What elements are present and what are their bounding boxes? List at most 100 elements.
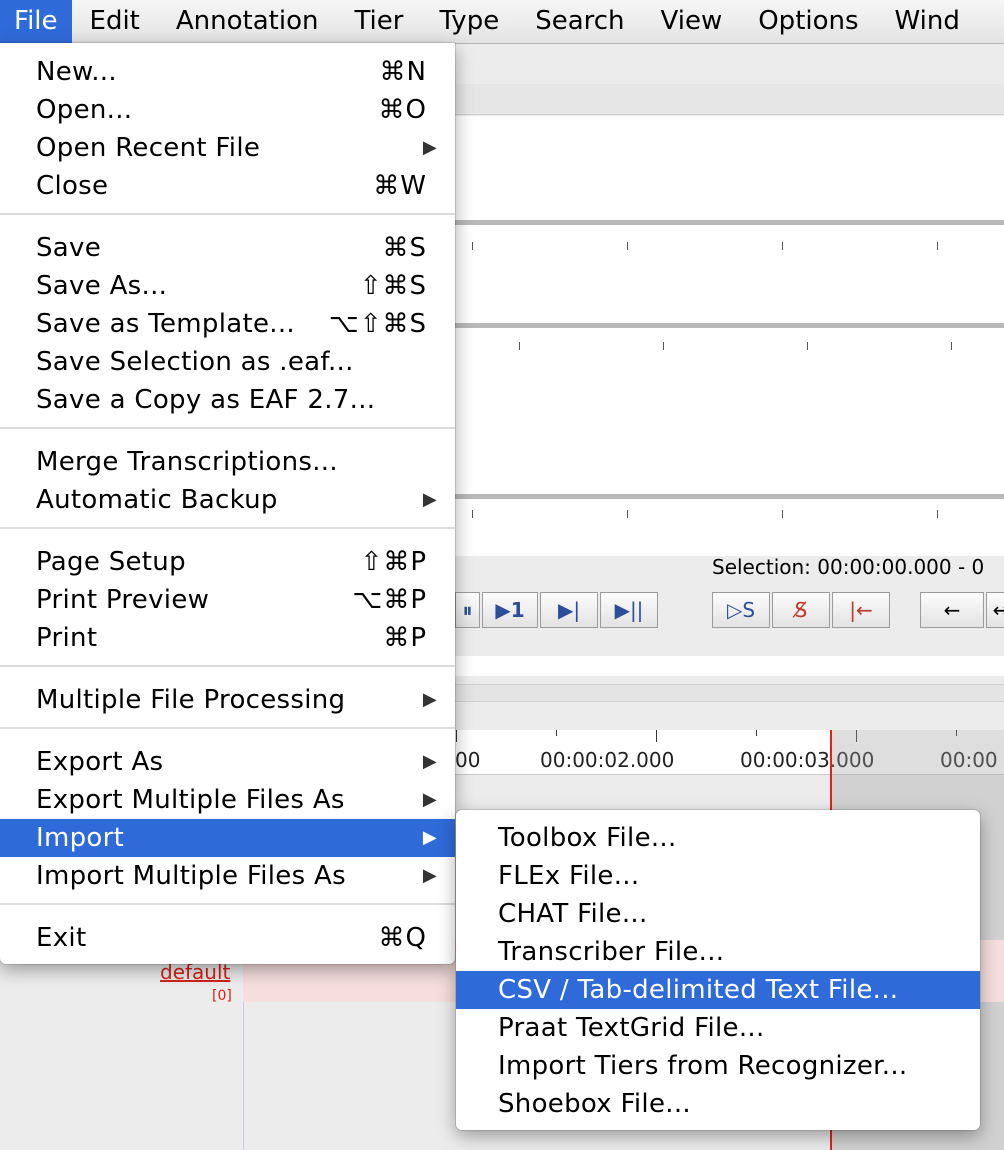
menu-separator — [0, 427, 455, 429]
menu-item-label: CHAT File... — [498, 899, 648, 929]
menu-item-print-preview[interactable]: Print Preview ⌥⌘P — [0, 581, 455, 619]
divider — [455, 494, 1004, 499]
menu-item-label: Exit — [36, 923, 87, 953]
menu-item-print[interactable]: Print ⌘P — [0, 619, 455, 657]
divider — [455, 323, 1004, 328]
tick — [519, 342, 520, 350]
menu-item-export-as[interactable]: Export As ▶ — [0, 743, 455, 781]
menu-tier[interactable]: Tier — [336, 0, 421, 43]
menu-item-shortcut: ⌘P — [383, 623, 427, 653]
menu-item-close[interactable]: Close ⌘W — [0, 167, 455, 205]
menu-item-label: Automatic Backup — [36, 485, 278, 515]
back-arrow-button[interactable]: ← — [920, 592, 984, 628]
menu-item-save-copy[interactable]: Save a Copy as EAF 2.7... — [0, 381, 455, 419]
menu-view[interactable]: View — [643, 0, 741, 43]
menu-file[interactable]: File — [0, 0, 72, 43]
menu-item-label: Toolbox File... — [498, 823, 677, 853]
menu-item-label: New... — [36, 57, 117, 87]
selection-start-button[interactable]: |← — [832, 592, 890, 628]
menu-item-label: Praat TextGrid File... — [498, 1013, 765, 1043]
submenu-item-flex[interactable]: FLEx File... — [456, 857, 980, 895]
menu-item-save-selection[interactable]: Save Selection as .eaf... — [0, 343, 455, 381]
menu-search[interactable]: Search — [517, 0, 642, 43]
menu-item-new[interactable]: New... ⌘N — [0, 53, 455, 91]
tick — [627, 242, 628, 250]
menu-item-label: Multiple File Processing — [36, 685, 346, 715]
menu-item-label: Open Recent File — [36, 133, 261, 163]
menu-item-label: Merge Transcriptions... — [36, 447, 338, 477]
submenu-item-recognizer[interactable]: Import Tiers from Recognizer... — [456, 1047, 980, 1085]
menu-item-label: Import Multiple Files As — [36, 861, 346, 891]
menu-item-open-recent[interactable]: Open Recent File ▶ — [0, 129, 455, 167]
submenu-arrow-icon: ▶ — [422, 789, 437, 810]
next-pixel-button[interactable]: ▶| — [540, 592, 598, 628]
submenu-item-transcriber[interactable]: Transcriber File... — [456, 933, 980, 971]
submenu-arrow-icon: ▶ — [422, 489, 437, 510]
menu-item-label: Export As — [36, 747, 164, 777]
menu-item-shortcut: ⇧⌘P — [360, 547, 427, 577]
tick — [782, 510, 783, 518]
menu-item-page-setup[interactable]: Page Setup ⇧⌘P — [0, 543, 455, 581]
submenu-arrow-icon: ▶ — [422, 751, 437, 772]
menu-item-label: Save As... — [36, 271, 168, 301]
ruler-tick — [556, 730, 557, 736]
play-selection-button[interactable]: ▷S — [712, 592, 770, 628]
submenu-arrow-icon: ▶ — [422, 689, 437, 710]
submenu-item-praat[interactable]: Praat TextGrid File... — [456, 1009, 980, 1047]
submenu-item-csv[interactable]: CSV / Tab-delimited Text File... — [456, 971, 980, 1009]
tier-annotation-count: [0] — [212, 988, 232, 1004]
submenu-item-shoebox[interactable]: Shoebox File... — [456, 1085, 980, 1123]
menu-item-shortcut: ⌥⇧⌘S — [328, 309, 427, 339]
menu-item-exit[interactable]: Exit ⌘Q — [0, 919, 455, 957]
menu-item-label: Save Selection as .eaf... — [36, 347, 354, 377]
submenu-arrow-icon: ▶ — [422, 827, 437, 848]
menu-item-multi-processing[interactable]: Multiple File Processing ▶ — [0, 681, 455, 719]
menu-item-save-template[interactable]: Save as Template... ⌥⇧⌘S — [0, 305, 455, 343]
tick — [782, 242, 783, 250]
go-to-end-button[interactable]: ▶|| — [600, 592, 658, 628]
menu-edit[interactable]: Edit — [72, 0, 158, 43]
menu-item-save[interactable]: Save ⌘S — [0, 229, 455, 267]
menu-item-import-multi[interactable]: Import Multiple Files As ▶ — [0, 857, 455, 895]
menu-item-backup[interactable]: Automatic Backup ▶ — [0, 481, 455, 519]
menu-item-shortcut: ⌥⌘P — [352, 585, 427, 615]
play-pause-button[interactable]: ⏸ — [455, 592, 480, 628]
menu-item-merge[interactable]: Merge Transcriptions... — [0, 443, 455, 481]
menu-item-label: Save as Template... — [36, 309, 295, 339]
menu-item-open[interactable]: Open... ⌘O — [0, 91, 455, 129]
menu-item-shortcut: ⌘N — [379, 57, 427, 87]
tick — [951, 342, 952, 350]
submenu-item-chat[interactable]: CHAT File... — [456, 895, 980, 933]
ruler-tick — [456, 730, 457, 742]
menu-item-label: Print — [36, 623, 98, 653]
menu-item-import[interactable]: Import ▶ — [0, 819, 455, 857]
menu-item-shortcut: ⌘S — [382, 233, 427, 263]
menu-options[interactable]: Options — [740, 0, 876, 43]
menu-window[interactable]: Wind — [877, 0, 978, 43]
clear-selection-button[interactable]: S̸ — [772, 592, 830, 628]
tick — [807, 342, 808, 350]
menu-item-save-as[interactable]: Save As... ⇧⌘S — [0, 267, 455, 305]
menu-item-export-multi[interactable]: Export Multiple Files As ▶ — [0, 781, 455, 819]
menu-item-label: FLEx File... — [498, 861, 640, 891]
menu-annotation[interactable]: Annotation — [158, 0, 337, 43]
menu-item-label: Page Setup — [36, 547, 186, 577]
menu-item-label: Save — [36, 233, 102, 263]
menu-item-shortcut: ⌘W — [373, 171, 427, 201]
menu-item-shortcut: ⌘Q — [378, 923, 427, 953]
submenu-item-toolbox[interactable]: Toolbox File... — [456, 819, 980, 857]
menu-separator — [0, 527, 455, 529]
menu-bar: File Edit Annotation Tier Type Search Vi… — [0, 0, 1004, 44]
forward-arrow-button[interactable]: ↔ — [986, 592, 1004, 628]
file-menu: New... ⌘N Open... ⌘O Open Recent File ▶ … — [0, 43, 455, 964]
next-frame-button[interactable]: ▶1 — [482, 592, 538, 628]
ruler-label: 00:00:02.000 — [540, 748, 675, 772]
tick — [663, 342, 664, 350]
submenu-arrow-icon: ▶ — [422, 865, 437, 886]
import-submenu: Toolbox File... FLEx File... CHAT File..… — [456, 810, 980, 1130]
menu-type[interactable]: Type — [421, 0, 517, 43]
menu-separator — [0, 903, 455, 905]
menu-item-label: Import — [36, 823, 125, 853]
menu-item-label: Open... — [36, 95, 133, 125]
menu-item-shortcut: ⇧⌘S — [359, 271, 427, 301]
